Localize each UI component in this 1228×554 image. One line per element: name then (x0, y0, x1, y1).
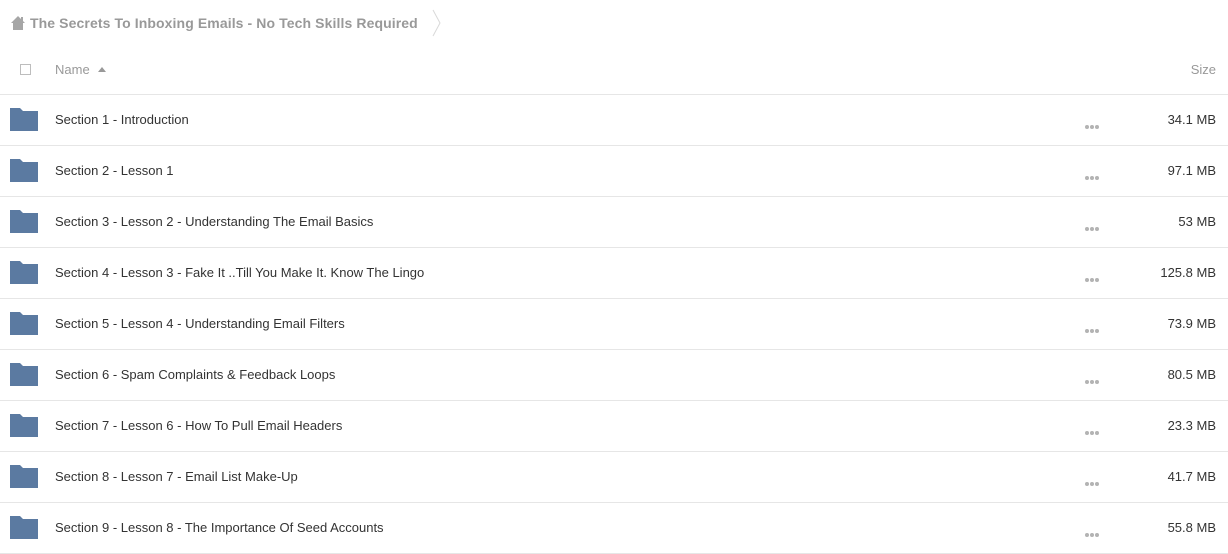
table-row[interactable]: Section 6 - Spam Complaints & Feedback L… (0, 350, 1228, 401)
file-name[interactable]: Section 2 - Lesson 1 (55, 163, 174, 178)
size-column-header[interactable]: Size (1191, 62, 1216, 77)
more-options-icon[interactable] (1084, 270, 1100, 282)
chevron-right-icon (432, 9, 442, 37)
more-options-icon[interactable] (1084, 423, 1100, 435)
folder-icon (10, 465, 38, 488)
file-size: 23.3 MB (1167, 418, 1216, 433)
folder-icon (10, 516, 38, 539)
table-header: Name Size (0, 50, 1228, 95)
file-list: Section 1 - Introduction 34.1 MB Section 2… (0, 95, 1228, 554)
name-column-header[interactable]: Name (55, 62, 106, 77)
file-size: 97.1 MB (1167, 163, 1216, 178)
table-row[interactable]: Section 7 - Lesson 6 - How To Pull Email… (0, 401, 1228, 452)
more-options-icon[interactable] (1084, 219, 1100, 231)
folder-icon (10, 210, 38, 233)
file-size: 55.8 MB (1167, 520, 1216, 535)
more-options-icon[interactable] (1084, 372, 1100, 384)
file-size: 73.9 MB (1167, 316, 1216, 331)
home-icon[interactable] (10, 15, 26, 31)
file-size: 41.7 MB (1167, 469, 1216, 484)
more-options-icon[interactable] (1084, 168, 1100, 180)
table-row[interactable]: Section 3 - Lesson 2 - Understanding The… (0, 197, 1228, 248)
file-size: 53 MB (1178, 214, 1216, 229)
sort-ascending-icon (97, 67, 106, 72)
file-name[interactable]: Section 9 - Lesson 8 - The Importance Of… (55, 520, 384, 535)
file-name[interactable]: Section 5 - Lesson 4 - Understanding Ema… (55, 316, 345, 331)
table-row[interactable]: Section 9 - Lesson 8 - The Importance Of… (0, 503, 1228, 554)
file-name[interactable]: Section 7 - Lesson 6 - How To Pull Email… (55, 418, 342, 433)
table-row[interactable]: Section 1 - Introduction 34.1 MB (0, 95, 1228, 146)
table-row[interactable]: Section 2 - Lesson 1 97.1 MB (0, 146, 1228, 197)
file-name[interactable]: Section 4 - Lesson 3 - Fake It ..Till Yo… (55, 265, 424, 280)
folder-icon (10, 414, 38, 437)
table-row[interactable]: Section 5 - Lesson 4 - Understanding Ema… (0, 299, 1228, 350)
file-name[interactable]: Section 6 - Spam Complaints & Feedback L… (55, 367, 335, 382)
folder-icon (10, 159, 38, 182)
file-size: 34.1 MB (1167, 112, 1216, 127)
more-options-icon[interactable] (1084, 321, 1100, 333)
more-options-icon[interactable] (1084, 525, 1100, 537)
more-options-icon[interactable] (1084, 117, 1100, 129)
file-name[interactable]: Section 8 - Lesson 7 - Email List Make-U… (55, 469, 298, 484)
breadcrumb-folder-title[interactable]: The Secrets To Inboxing Emails - No Tech… (30, 15, 418, 31)
file-size: 80.5 MB (1167, 367, 1216, 382)
table-row[interactable]: Section 4 - Lesson 3 - Fake It ..Till Yo… (0, 248, 1228, 299)
folder-icon (10, 363, 38, 386)
name-column-label: Name (55, 62, 90, 77)
more-options-icon[interactable] (1084, 474, 1100, 486)
select-all-checkbox[interactable] (20, 64, 31, 75)
file-size: 125.8 MB (1160, 265, 1216, 280)
file-name[interactable]: Section 3 - Lesson 2 - Understanding The… (55, 214, 373, 229)
folder-icon (10, 108, 38, 131)
file-name[interactable]: Section 1 - Introduction (55, 112, 189, 127)
table-row[interactable]: Section 8 - Lesson 7 - Email List Make-U… (0, 452, 1228, 503)
folder-icon (10, 312, 38, 335)
folder-icon (10, 261, 38, 284)
breadcrumb: The Secrets To Inboxing Emails - No Tech… (10, 9, 442, 37)
